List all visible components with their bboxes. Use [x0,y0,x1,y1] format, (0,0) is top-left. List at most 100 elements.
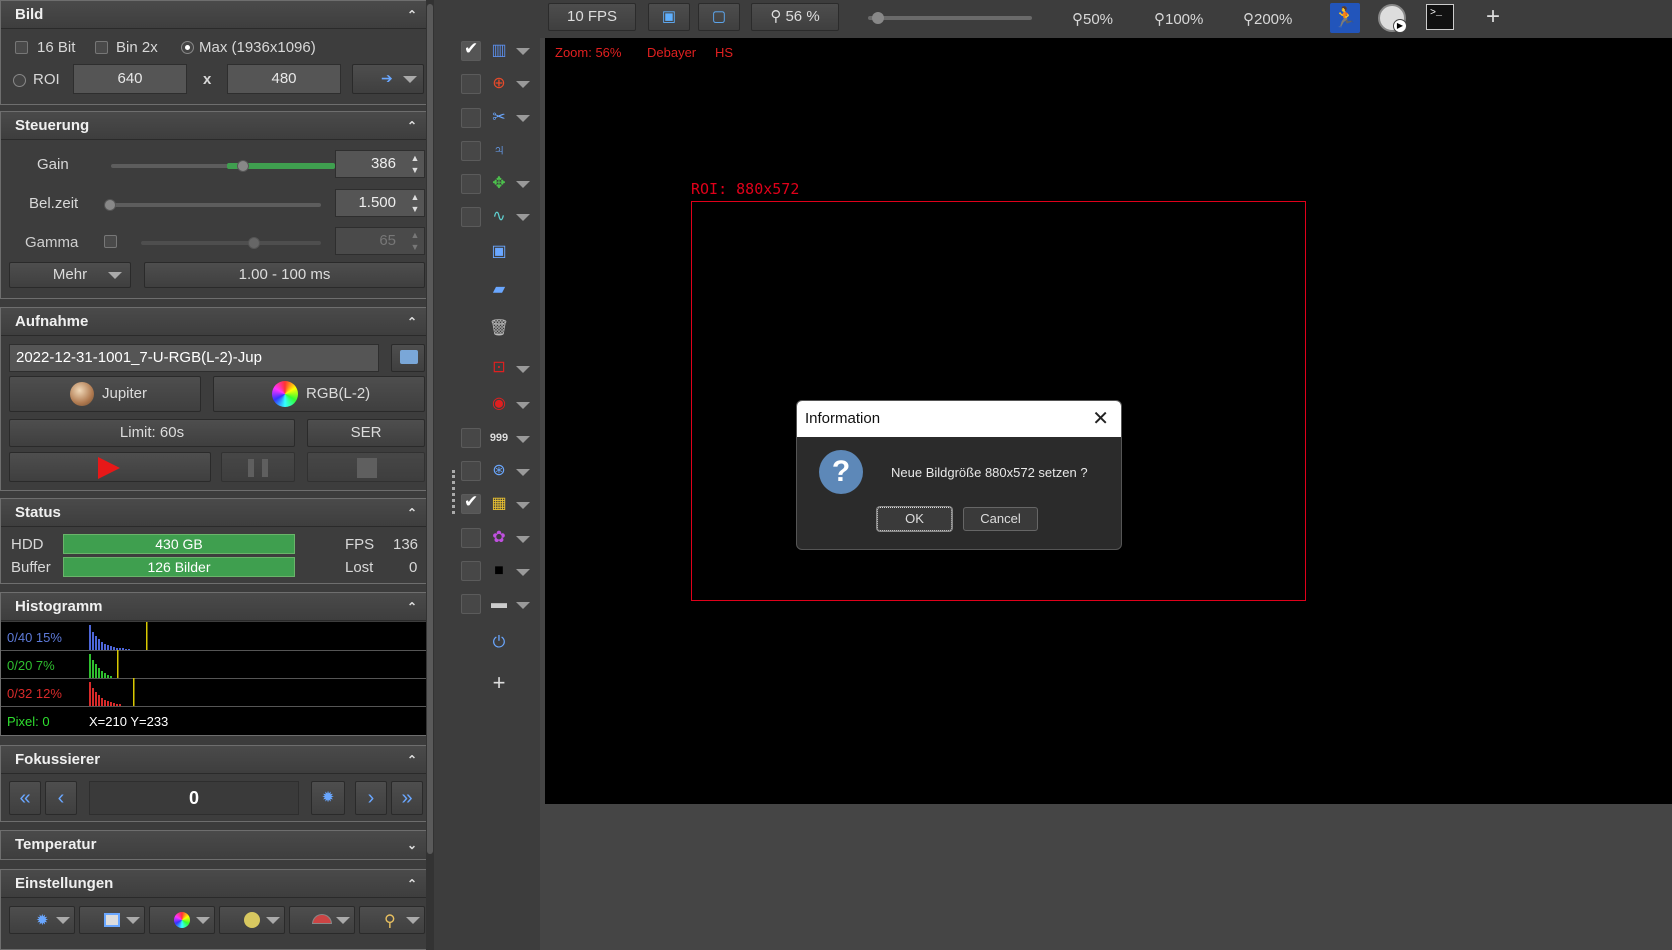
reticle-toggle-checkbox[interactable] [461,461,481,481]
focus-fast-right-button[interactable]: » [391,781,423,815]
format-button[interactable]: SER [307,419,425,447]
run-icon[interactable]: 🏃 [1330,3,1360,33]
stop-button[interactable] [307,452,425,482]
crosshair-toggle-checkbox[interactable] [461,74,481,94]
filter-button[interactable]: RGB(L-2) [213,376,425,412]
pause-button[interactable] [221,452,295,482]
zoom-button[interactable]: ⚲ 56 % [751,3,839,31]
save-icon[interactable]: ▣ [488,241,510,263]
collapse-icon[interactable]: ⌃ [407,870,417,898]
focus-left-button[interactable]: ‹ [45,781,77,815]
filename-input[interactable]: 2022-12-31-1001_7-U-RGB(L-2)-Jup [9,344,379,372]
bin2x-checkbox[interactable] [95,41,108,54]
folder-icon[interactable]: ▰ [488,279,510,301]
spin-up-icon[interactable]: ▲ [406,229,424,241]
fps-button[interactable]: 10 FPS [548,3,636,31]
terminal-icon[interactable]: >_ [1426,4,1454,30]
capture-folder-button[interactable] [391,344,425,372]
scissors-icon[interactable]: ✂ [488,107,510,129]
roi-frame-icon[interactable]: ⊡ [488,357,510,379]
temperatur-header[interactable]: Temperatur ⌄ [1,831,433,859]
expand-icon[interactable]: ⌄ [407,831,417,859]
rgb-toggle-checkbox[interactable] [461,528,481,548]
waveform-icon[interactable]: ∿ [488,206,510,228]
histogram-icon[interactable]: ▥ [488,40,510,62]
settings-gauge-button[interactable] [289,906,355,934]
gray-bar-icon[interactable]: ▬ [488,593,510,615]
focus-settings-button[interactable]: ✹ [311,781,345,815]
counter-toggle-checkbox[interactable] [461,428,481,448]
collapse-icon[interactable]: ⌃ [407,1,417,29]
color-grid-icon[interactable]: ▦ [488,493,510,515]
histogramm-header[interactable]: Histogramm ⌃ [1,593,433,621]
jupiter-toggle-checkbox[interactable] [461,141,481,161]
fit-window-button[interactable]: ▣ [648,3,690,31]
black-square-icon[interactable]: ■ [488,560,510,582]
steuerung-header[interactable]: Steuerung ⌃ [1,112,433,140]
monitor-toggle-checkbox[interactable] [461,207,481,227]
rgb-circles-icon[interactable]: ✿ [488,527,510,549]
chevron-down-icon[interactable] [516,436,530,443]
settings-color-button[interactable] [149,906,215,934]
full-screen-button[interactable]: ▢ [698,3,740,31]
chevron-down-icon[interactable] [516,469,530,476]
chevron-down-icon[interactable] [516,502,530,509]
black-toggle-checkbox[interactable] [461,561,481,581]
zoom-slider-knob[interactable] [872,12,884,24]
chevron-down-icon[interactable] [516,602,530,609]
gamma-slider[interactable] [141,241,321,245]
belzeit-slider[interactable] [109,203,321,207]
collapse-icon[interactable]: ⌃ [407,308,417,336]
reticle-icon[interactable]: ⊛ [488,460,510,482]
chevron-down-icon[interactable] [516,115,530,122]
zoom-200-button[interactable]: ⚲200% [1243,10,1292,28]
einstellungen-header[interactable]: Einstellungen ⌃ [1,870,433,898]
histogram-toggle-checkbox[interactable]: ✔ [461,39,481,61]
chevron-down-icon[interactable] [516,181,530,188]
drag-handle[interactable] [452,470,455,514]
roi-width-input[interactable]: 640 [73,64,187,94]
belzeit-slider-knob[interactable] [104,199,116,211]
roi-radio[interactable] [13,74,26,87]
bild-header[interactable]: Bild ⌃ [1,1,433,29]
gamma-slider-knob[interactable] [248,237,260,249]
mehr-button[interactable]: Mehr [9,262,131,288]
settings-telescope-button[interactable]: ⚲ [359,906,425,934]
zoom-100-button[interactable]: ⚲100% [1154,10,1203,28]
spin-down-icon[interactable]: ▼ [406,203,424,215]
measure-toggle-checkbox[interactable] [461,108,481,128]
spin-up-icon[interactable]: ▲ [406,191,424,203]
tracking-toggle-checkbox[interactable] [461,174,481,194]
fokussierer-header[interactable]: Fokussierer ⌃ [1,746,433,774]
focus-fast-left-button[interactable]: « [9,781,41,815]
scrollbar-thumb[interactable] [427,4,433,854]
chevron-down-icon[interactable] [516,366,530,373]
chevron-down-icon[interactable] [516,81,530,88]
status-header[interactable]: Status ⌃ [1,499,433,527]
roi-apply-button[interactable]: ➔ [352,64,424,94]
crosshair-icon[interactable]: ⊕ [488,73,510,95]
record-target-icon[interactable]: ◉ [488,393,510,415]
aufnahme-header[interactable]: Aufnahme ⌃ [1,308,433,336]
object-button[interactable]: Jupiter [9,376,201,412]
trash-icon[interactable]: 🗑 [488,318,510,340]
max-radio[interactable] [181,41,194,54]
range-button[interactable]: 1.00 - 100 ms [144,262,425,288]
gain-slider-knob[interactable] [237,160,249,172]
settings-object-button[interactable] [219,906,285,934]
grid-toggle-checkbox[interactable]: ✔ [461,492,481,514]
roi-height-input[interactable]: 480 [227,64,341,94]
16bit-checkbox[interactable] [15,41,28,54]
collapse-icon[interactable]: ⌃ [407,112,417,140]
collapse-icon[interactable]: ⌃ [407,746,417,774]
zoom-slider[interactable] [868,16,1032,20]
ok-button[interactable]: OK [877,507,952,531]
settings-gear-button[interactable]: ✹ [9,906,75,934]
camera-settings-icon[interactable]: ▶ [1378,4,1407,33]
zoom-50-button[interactable]: ⚲50% [1072,10,1113,28]
counter-icon[interactable]: 999 [488,427,510,449]
spin-down-icon[interactable]: ▼ [406,164,424,176]
limit-button[interactable]: Limit: 60s [9,419,295,447]
power-icon[interactable]: ⏻ [488,632,510,654]
focus-right-button[interactable]: › [355,781,387,815]
